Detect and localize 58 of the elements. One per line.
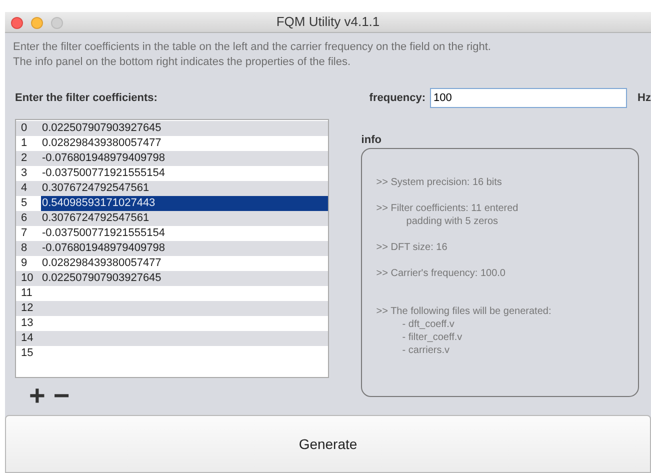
generate-button[interactable]: Generate — [5, 415, 651, 473]
unit-label: Hz — [638, 90, 651, 106]
row-index: 8 — [20, 241, 28, 256]
row-index: 1 — [20, 136, 28, 151]
coefficient-value: 0.3076724792547561 — [41, 181, 150, 196]
row-index: 15 — [20, 346, 34, 361]
info-line: - dft_coeff.v — [401, 318, 456, 331]
row-index: 3 — [20, 166, 28, 181]
coefficient-value: 0.54098593171027443 — [41, 196, 328, 211]
table-heading: Enter the filter coefficients: — [15, 91, 158, 106]
instruction-text: Enter the filter coefficients in the table on the left and the carrier frequency on the field on the right. — [13, 40, 492, 55]
row-index: 14 — [20, 331, 34, 346]
info-line: - carriers.v — [401, 344, 451, 357]
zoom-icon — [51, 17, 63, 29]
row-index: 6 — [20, 211, 28, 226]
coefficient-value: 0.022507907903927645 — [41, 121, 162, 136]
info-line: >> Filter coefficients: 11 entered — [376, 202, 520, 215]
info-line: >> Carrier's frequency: 100.0 — [376, 267, 506, 280]
row-index: 5 — [20, 196, 28, 211]
info-line: - filter_coeff.v — [401, 331, 464, 344]
coefficient-value: 0.028298439380057477 — [41, 256, 162, 271]
row-index: 0 — [20, 121, 28, 136]
coefficient-value: 0.3076724792547561 — [41, 211, 150, 226]
table-row[interactable]: 0 0.022507907903927645 — [16, 121, 328, 136]
coefficient-value: -0.037500771921555154 — [41, 166, 166, 181]
table-row[interactable]: 6 0.3076724792547561 — [16, 211, 328, 226]
info-line: >> System precision: 16 bits — [376, 176, 503, 189]
info-line: >> The following files will be generated: — [376, 305, 552, 318]
row-index: 7 — [20, 226, 28, 241]
close-icon[interactable] — [11, 17, 23, 29]
window-title: FQM Utility v4.1.1 — [276, 13, 380, 32]
coefficient-value: 0.022507907903927645 — [41, 271, 162, 286]
add-button[interactable]: + — [29, 382, 46, 410]
coefficient-value: -0.076801948979409798 — [41, 151, 166, 166]
row-index: 10 — [20, 271, 34, 286]
info-title: info — [361, 133, 382, 147]
table-row[interactable]: 14 — [16, 331, 328, 346]
row-index: 12 — [20, 301, 34, 316]
row-index: 9 — [20, 256, 28, 271]
table-row[interactable]: 4 0.3076724792547561 — [16, 181, 328, 196]
minimize-icon[interactable] — [31, 17, 43, 29]
coefficient-value: 0.028298439380057477 — [41, 136, 162, 151]
frequency-label: frequency: — [369, 90, 426, 106]
table-row[interactable]: 8 -0.076801948979409798 — [16, 241, 328, 256]
remove-button[interactable]: − — [53, 382, 70, 410]
frequency-field[interactable]: 100 — [430, 88, 627, 108]
row-index: 4 — [20, 181, 28, 196]
info-line: >> DFT size: 16 — [376, 241, 448, 254]
row-index: 13 — [20, 316, 34, 331]
table-row[interactable]: 12 — [16, 301, 328, 316]
row-index: 11 — [20, 286, 34, 301]
row-index: 2 — [20, 151, 28, 166]
info-line: padding with 5 zeros — [405, 215, 500, 228]
table-row[interactable]: 2 -0.076801948979409798 — [16, 151, 328, 166]
coefficient-value: -0.076801948979409798 — [41, 241, 166, 256]
table-row[interactable]: 10 0.022507907903927645 — [16, 271, 328, 286]
instruction-text: The info panel on the bottom right indicates the properties of the files. — [13, 55, 352, 70]
coefficient-value: -0.037500771921555154 — [41, 226, 166, 241]
